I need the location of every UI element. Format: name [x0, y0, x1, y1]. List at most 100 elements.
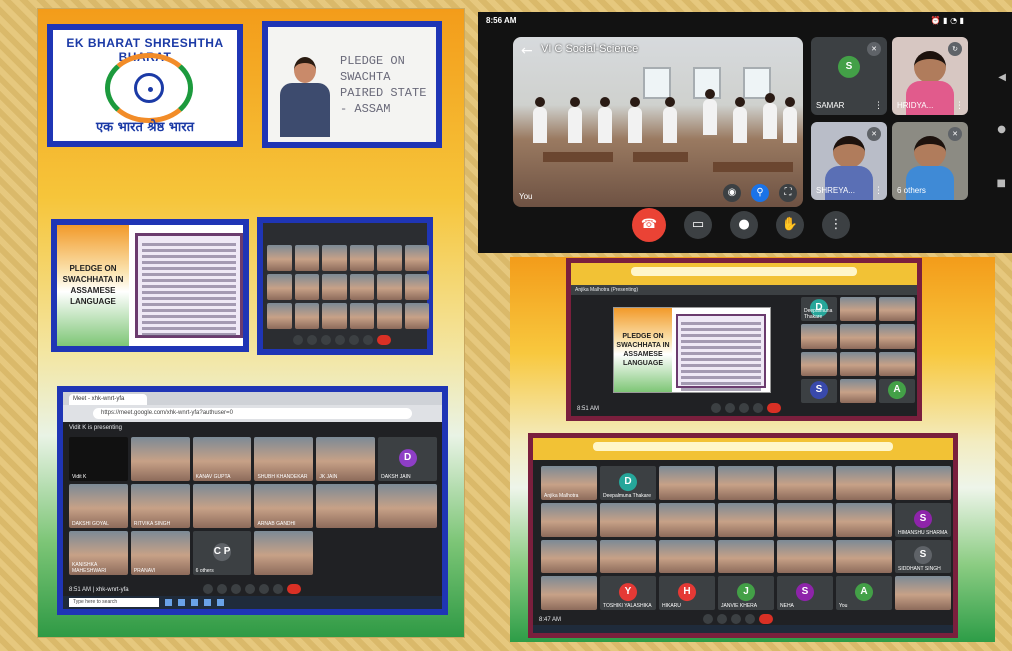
participant-tile[interactable] [801, 351, 837, 376]
participant-tile[interactable]: D DAKSH JAIN [378, 437, 437, 481]
participant-tile[interactable]: KANISHKA MAHESHWARI [69, 531, 128, 575]
participant-tile[interactable] [254, 531, 314, 575]
participant-tile[interactable]: S NEHA [777, 576, 833, 610]
participant-tile[interactable]: DAKSHI GOYAL [69, 484, 128, 528]
camera-switch-icon[interactable]: ◉ [723, 184, 741, 202]
participant-tile[interactable] [659, 502, 715, 537]
participant-tile[interactable] [718, 539, 774, 574]
participant-tile[interactable] [840, 324, 876, 349]
participant-tile[interactable] [879, 351, 915, 376]
participant-tile[interactable]: RITVIKA SINGH [130, 484, 190, 528]
participant-tile[interactable]: H HIKARU [659, 576, 715, 610]
taskbar-search[interactable]: Type here to search [69, 598, 159, 607]
participant-tile[interactable] [294, 303, 319, 329]
participant-tile[interactable]: Vidit K [69, 437, 128, 481]
participant-tile[interactable] [840, 297, 876, 322]
hand-icon[interactable] [335, 335, 345, 345]
participant-tile[interactable] [600, 502, 656, 537]
participant-tile[interactable] [294, 245, 319, 271]
back-arrow-icon[interactable]: ← [521, 43, 533, 59]
fullscreen-icon[interactable]: ⛶ [779, 184, 797, 202]
participant-tile-hridya[interactable]: ↻ HRIDYA... ⋮ [892, 37, 968, 115]
participant-tile[interactable] [267, 245, 292, 271]
pin-icon[interactable]: ⚲ [751, 184, 769, 202]
participant-tile[interactable] [404, 303, 429, 329]
taskbar-app-icon[interactable] [165, 599, 172, 606]
participant-tile[interactable] [322, 303, 347, 329]
participant-tile[interactable] [836, 502, 892, 537]
participant-tile[interactable] [879, 324, 915, 349]
participant-tile[interactable]: A [879, 378, 915, 403]
more-icon[interactable]: ⋮ [874, 101, 883, 111]
participant-tile[interactable]: ARNAB GANDHI [254, 484, 314, 528]
taskbar-app-icon[interactable] [178, 599, 185, 606]
taskbar-app-icon[interactable] [191, 599, 198, 606]
cc-icon[interactable] [231, 584, 241, 594]
participant-tile[interactable] [192, 484, 252, 528]
flip-camera-icon[interactable]: ↻ [948, 42, 962, 56]
participant-tile[interactable] [879, 297, 915, 322]
participant-tile[interactable] [322, 274, 347, 300]
participant-tile[interactable] [840, 378, 876, 403]
participant-tile[interactable] [541, 539, 597, 574]
taskbar-app-icon[interactable] [204, 599, 211, 606]
participant-tile[interactable] [541, 576, 597, 610]
participant-tile[interactable] [316, 484, 376, 528]
mic-icon[interactable] [711, 403, 721, 413]
participant-tile[interactable] [840, 351, 876, 376]
participant-tile[interactable] [836, 466, 892, 500]
participant-tile[interactable] [895, 576, 951, 610]
hand-icon[interactable] [739, 403, 749, 413]
end-call-button[interactable] [377, 335, 391, 345]
camera-icon[interactable] [307, 335, 317, 345]
participant-tile[interactable] [895, 466, 951, 500]
mic-icon[interactable] [703, 614, 713, 624]
more-icon[interactable] [745, 614, 755, 624]
participant-tile[interactable] [718, 466, 774, 500]
participant-tile[interactable]: S HIMANSHU SHARMA [895, 502, 951, 537]
more-icon[interactable] [753, 403, 763, 413]
participant-tile-shreya[interactable]: ✕ SHREYA... ⋮ [811, 122, 887, 200]
participant-tile[interactable] [294, 274, 319, 300]
mic-icon[interactable]: ● [730, 211, 758, 239]
participant-tile[interactable] [777, 466, 833, 500]
class-name[interactable]: VI C Social-Science [541, 43, 638, 55]
end-call-button[interactable]: ☎ [632, 208, 666, 242]
participant-tile[interactable]: J JANVIE KHERA [718, 576, 774, 610]
end-call-button[interactable] [287, 584, 301, 594]
participant-tile[interactable] [777, 539, 833, 574]
cc-icon[interactable] [321, 335, 331, 345]
browser-tab[interactable]: Meet - xhk-wnrt-yfa [69, 394, 147, 405]
present-icon[interactable] [349, 335, 359, 345]
participant-tile[interactable]: D Deepalmuna Thakare [801, 297, 837, 322]
participant-tile[interactable] [349, 303, 374, 329]
camera-icon[interactable] [217, 584, 227, 594]
participant-tile[interactable]: S SIDDHANT SINGH [895, 539, 951, 574]
participant-tile[interactable] [404, 274, 429, 300]
present-icon[interactable] [259, 584, 269, 594]
nav-back-icon[interactable]: ◀ [998, 72, 1006, 83]
mic-icon[interactable] [203, 584, 213, 594]
more-icon[interactable] [273, 584, 283, 594]
participant-tile[interactable] [659, 466, 715, 500]
participant-tile[interactable]: S [801, 378, 837, 403]
participant-tile[interactable] [777, 502, 833, 537]
participant-tile[interactable]: C P 6 others [192, 531, 252, 575]
more-icon[interactable]: ⋮ [874, 186, 883, 196]
participant-tile[interactable]: PRANAVI [130, 531, 190, 575]
participant-tile[interactable]: D Deepalmuna Thakare [600, 466, 656, 500]
nav-recents-icon[interactable]: ■ [997, 178, 1006, 189]
participant-tile[interactable] [130, 437, 190, 481]
participant-tile[interactable] [322, 245, 347, 271]
participant-tile[interactable] [836, 539, 892, 574]
url-bar[interactable]: https://meet.google.com/xhk-wnrt-yfa?aut… [93, 408, 412, 419]
participant-tile[interactable] [267, 303, 292, 329]
mic-icon[interactable] [293, 335, 303, 345]
participant-tile[interactable]: Anjika Malhotra [541, 466, 597, 500]
taskbar-app-icon[interactable] [217, 599, 224, 606]
participant-tile[interactable]: A You [836, 576, 892, 610]
camera-icon[interactable] [725, 403, 735, 413]
participant-tile-others[interactable]: ✕ 6 others [892, 122, 968, 200]
participant-tile[interactable] [404, 245, 429, 271]
participant-tile[interactable]: KANAV GUPTA [192, 437, 252, 481]
